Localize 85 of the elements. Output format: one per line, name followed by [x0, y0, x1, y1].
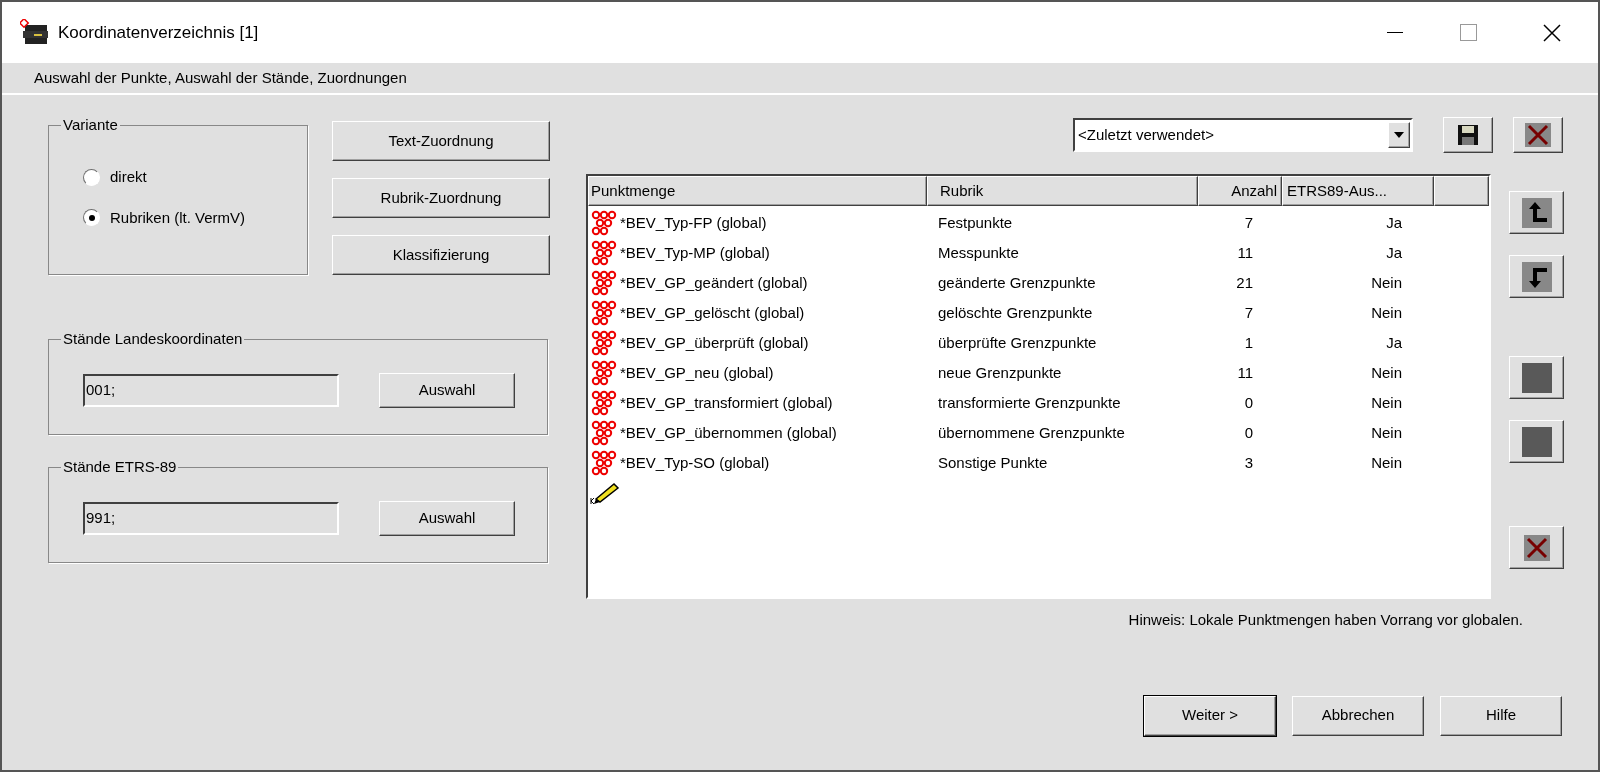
radio-button[interactable] [83, 168, 100, 186]
minimize-icon[interactable] [1387, 31, 1403, 34]
select-button[interactable]: Auswahl [379, 500, 515, 536]
column-header[interactable]: Rubrik [927, 176, 1198, 206]
table-cell: 7 [1244, 213, 1253, 231]
point-set-icon [591, 359, 617, 387]
pencil-icon [590, 481, 620, 505]
move-up-button[interactable] [1509, 191, 1564, 234]
square-icon [1521, 426, 1552, 457]
delete-icon [1525, 123, 1551, 147]
table-cell: Sonstige Punkte [938, 453, 1048, 471]
dialog-subtitle: Auswahl der Punkte, Auswahl der Stände, Zuordnungen [34, 67, 407, 88]
table-cell: Ja [1386, 333, 1402, 351]
column-header[interactable]: ETRS89-Aus... [1282, 176, 1434, 206]
table-cell: Ja [1386, 213, 1402, 231]
table-cell: übernommene Grenzpunkte [938, 423, 1125, 441]
square-button[interactable] [1509, 356, 1564, 399]
table-cell[interactable]: *BEV_GP_transformiert (global) [620, 391, 833, 415]
delete-icon [1523, 534, 1550, 561]
table-cell: Nein [1371, 363, 1402, 381]
point-set-icon [591, 299, 617, 327]
table-cell: 0 [1244, 393, 1253, 411]
table-cell: Messpunkte [938, 243, 1019, 261]
table-cell[interactable]: *BEV_Typ-SO (global) [620, 451, 770, 475]
save-button[interactable] [1443, 117, 1493, 153]
dialog-button[interactable]: Abbrechen [1292, 695, 1424, 736]
maximize-icon[interactable] [1460, 24, 1477, 41]
table-cell: 21 [1236, 273, 1253, 291]
point-set-icon [591, 329, 617, 357]
table-cell: Nein [1371, 393, 1402, 411]
window-title: Koordinatenverzeichnis [1] [58, 21, 259, 44]
table-cell: Nein [1371, 423, 1402, 441]
assign-button[interactable]: Rubrik-Zuordnung [332, 178, 550, 218]
table-cell: überprüfte Grenzpunkte [938, 333, 1097, 351]
table-cell: Nein [1371, 303, 1402, 321]
square-button[interactable] [1509, 420, 1564, 463]
preset-dropdown[interactable]: <Zuletzt verwendet> [1073, 118, 1413, 152]
point-set-icon [591, 269, 617, 297]
table-cell: 7 [1244, 303, 1253, 321]
table-cell: Nein [1371, 273, 1402, 291]
table-cell: transformierte Grenzpunkte [938, 393, 1121, 411]
table-cell: geänderte Grenzpunkte [938, 273, 1096, 291]
radio-label[interactable]: Rubriken (lt. VermV) [110, 206, 246, 229]
delete-button[interactable] [1509, 526, 1564, 569]
input-field[interactable]: 991; [83, 501, 339, 535]
assign-button[interactable]: Klassifizierung [332, 235, 550, 275]
table-cell: gelöschte Grenzpunkte [938, 303, 1093, 321]
point-set-icon [591, 449, 617, 477]
table-cell[interactable]: *BEV_GP_geändert (global) [620, 271, 808, 295]
delete-button[interactable] [1513, 117, 1563, 153]
dropdown-arrow-icon [1394, 132, 1404, 138]
square-icon [1521, 362, 1552, 393]
column-header[interactable]: Anzahl [1198, 176, 1282, 206]
save-icon [1457, 124, 1479, 146]
dialog-button[interactable]: Weiter > [1144, 695, 1276, 736]
move-down-button[interactable] [1509, 255, 1564, 298]
table-cell[interactable]: *BEV_GP_neu (global) [620, 361, 774, 385]
point-set-icon [591, 389, 617, 417]
close-icon[interactable] [1543, 23, 1561, 42]
table-cell: Festpunkte [938, 213, 1013, 231]
radio-button[interactable] [83, 209, 100, 227]
table-cell: 3 [1244, 453, 1253, 471]
dialog-button[interactable]: Hilfe [1440, 695, 1562, 736]
table-cell[interactable]: *BEV_Typ-FP (global) [620, 211, 767, 235]
point-set-icon [591, 239, 617, 267]
hint-text: Hinweis: Lokale Punktmengen haben Vorrang vor globalen. [1128, 610, 1523, 630]
table-cell: neue Grenzpunkte [938, 363, 1062, 381]
table-cell: 0 [1244, 423, 1253, 441]
radio-label[interactable]: direkt [110, 166, 147, 189]
table-cell[interactable]: *BEV_GP_überprüft (global) [620, 331, 809, 355]
table-cell: 11 [1237, 243, 1253, 261]
select-button[interactable]: Auswahl [379, 372, 515, 408]
table-cell[interactable]: *BEV_Typ-MP (global) [620, 241, 770, 265]
table-cell: 11 [1237, 363, 1253, 381]
app-icon [20, 18, 50, 47]
table-cell: 1 [1244, 333, 1253, 351]
column-header[interactable]: Punktmenge [588, 176, 927, 206]
input-field[interactable]: 001; [83, 373, 339, 407]
point-set-icon [591, 209, 617, 237]
table-cell: Nein [1371, 453, 1402, 471]
table-cell[interactable]: *BEV_GP_übernommen (global) [620, 421, 837, 445]
point-set-icon [591, 419, 617, 447]
table-cell[interactable]: *BEV_GP_gelöscht (global) [620, 301, 805, 325]
assign-button[interactable]: Text-Zuordnung [332, 121, 550, 161]
table-cell: Ja [1386, 243, 1402, 261]
